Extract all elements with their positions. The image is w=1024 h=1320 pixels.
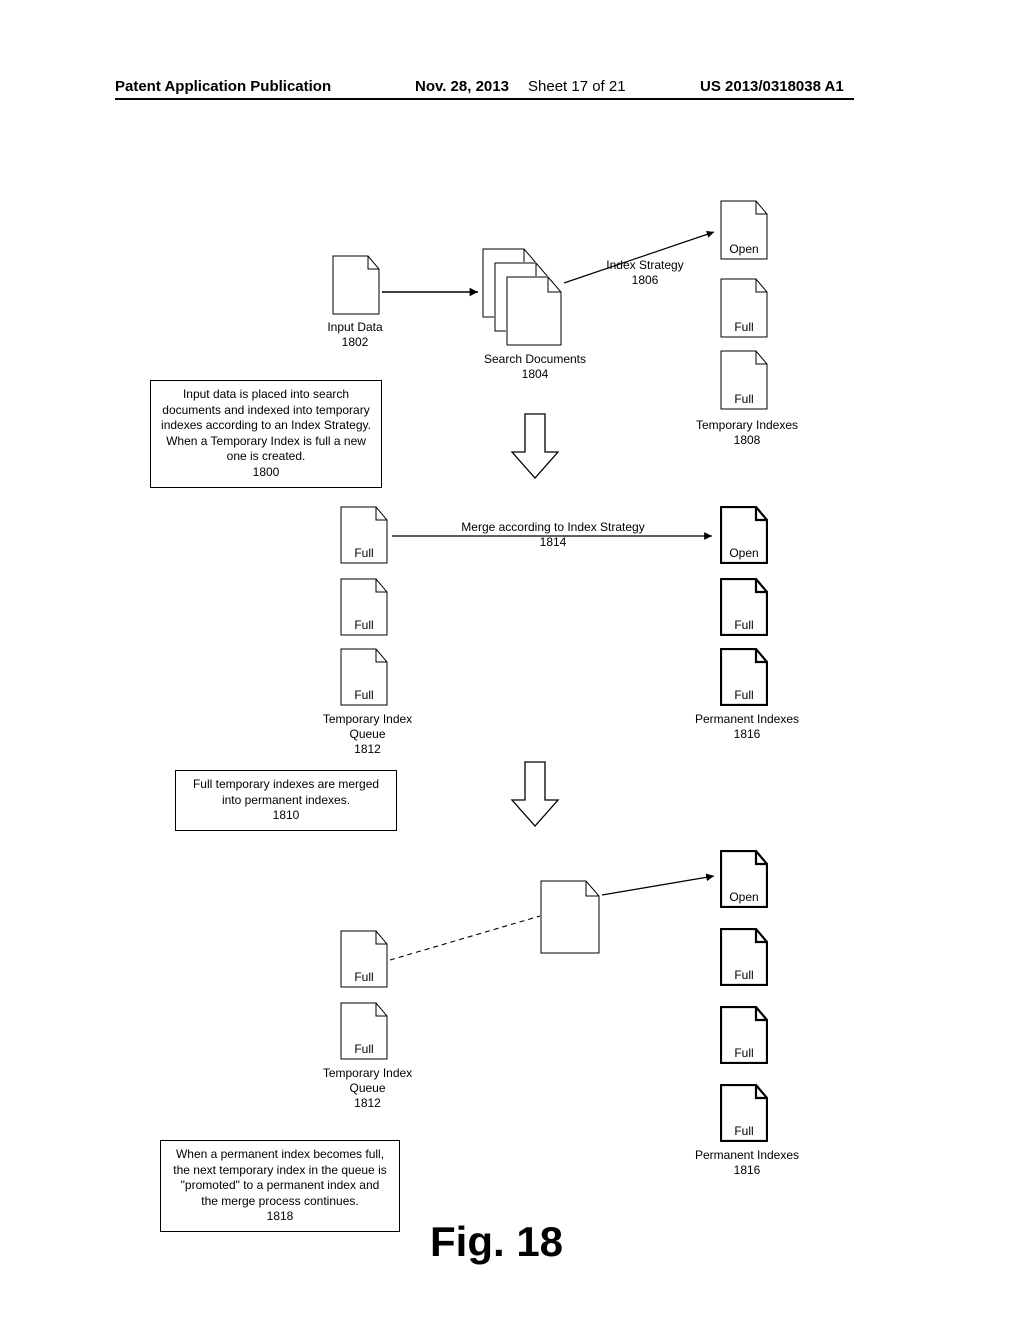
perm-indexes-label: Permanent Indexes 1816	[672, 712, 822, 742]
header-left: Patent Application Publication	[115, 78, 331, 95]
document-icon: Full	[720, 1006, 768, 1064]
doc-state: Open	[720, 242, 768, 256]
doc-state: Open	[720, 890, 768, 904]
doc-state: Full	[340, 618, 388, 632]
doc-state: Full	[340, 688, 388, 702]
block-arrow-down-icon	[510, 412, 560, 482]
doc-state: Full	[340, 1042, 388, 1056]
note-1810: Full temporary indexes are merged into p…	[175, 770, 397, 831]
figure-number: Fig. 18	[430, 1218, 563, 1266]
document-icon: Full	[340, 578, 388, 636]
doc-state: Full	[340, 970, 388, 984]
header-sheet: Sheet 17 of 21	[528, 78, 626, 95]
document-icon: Full	[340, 648, 388, 706]
doc-state: Full	[720, 618, 768, 632]
doc-state: Full	[720, 392, 768, 406]
document-icon: Full	[720, 350, 768, 410]
header-rule	[115, 98, 854, 100]
temp-queue-label: Temporary Index Queue 1812	[300, 712, 435, 757]
doc-state: Full	[720, 968, 768, 982]
note-1800: Input data is placed into search documen…	[150, 380, 382, 488]
document-icon: Full	[720, 1084, 768, 1142]
doc-state: Full	[720, 1124, 768, 1138]
arrow	[382, 282, 482, 302]
document-icon: Full	[340, 930, 388, 988]
note-1818: When a permanent index becomes full, the…	[160, 1140, 400, 1232]
document-icon: Full	[720, 928, 768, 986]
header-date: Nov. 28, 2013	[415, 78, 509, 95]
temp-queue-label: Temporary Index Queue 1812	[300, 1066, 435, 1111]
document-icon: Open	[720, 850, 768, 908]
doc-state: Open	[720, 546, 768, 560]
patent-sheet: Patent Application Publication Nov. 28, …	[0, 0, 1024, 1320]
input-data-label: Input Data 1802	[300, 320, 410, 350]
arrow	[602, 870, 722, 900]
doc-state: Full	[720, 320, 768, 334]
doc-state: Full	[720, 688, 768, 702]
arrow	[392, 528, 722, 544]
document-icon: Full	[720, 578, 768, 636]
temp-indexes-label: Temporary Indexes 1808	[672, 418, 822, 448]
doc-state: Full	[340, 546, 388, 560]
document-icon	[332, 255, 380, 315]
document-icon	[506, 276, 562, 346]
block-arrow-down-icon	[510, 760, 560, 830]
search-documents-label: Search Documents 1804	[460, 352, 610, 382]
arrow	[564, 228, 724, 288]
document-icon: Full	[720, 648, 768, 706]
document-icon: Open	[720, 200, 768, 260]
doc-state: Full	[720, 1046, 768, 1060]
document-icon: Full	[340, 1002, 388, 1060]
document-icon: Open	[720, 506, 768, 564]
perm-indexes-label: Permanent Indexes 1816	[672, 1148, 822, 1178]
document-icon: Full	[340, 506, 388, 564]
arrow	[390, 910, 550, 970]
header-pubno: US 2013/0318038 A1	[700, 78, 844, 95]
document-icon: Full	[720, 278, 768, 338]
